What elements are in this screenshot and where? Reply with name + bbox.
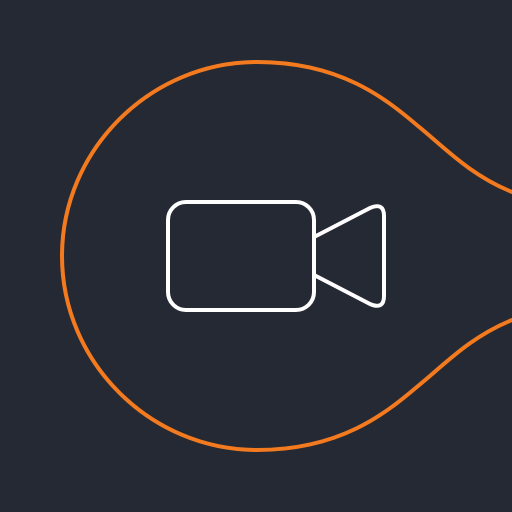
app-icon-artwork	[0, 0, 512, 512]
app-icon	[0, 0, 512, 512]
icon-background	[0, 0, 512, 512]
